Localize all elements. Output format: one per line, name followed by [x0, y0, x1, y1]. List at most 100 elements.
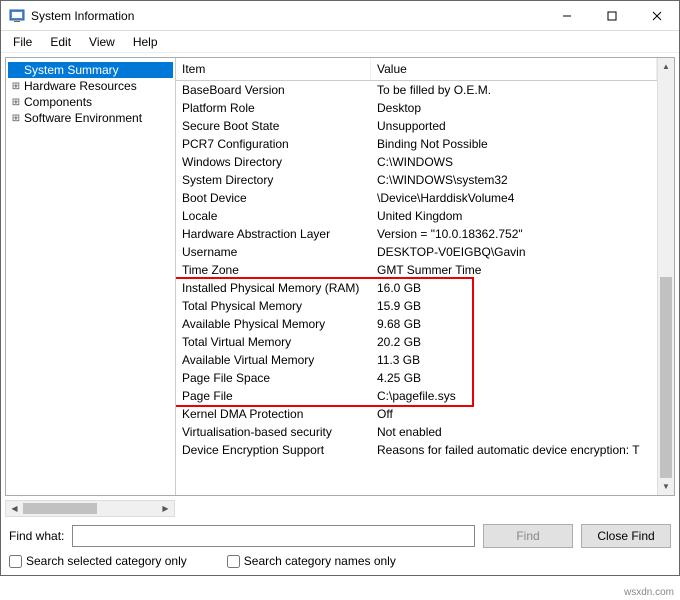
- search-category-names-input[interactable]: [227, 555, 240, 568]
- close-button[interactable]: [634, 1, 679, 30]
- cell-value: 15.9 GB: [377, 299, 651, 313]
- details-pane: Item Value BaseBoard VersionTo be filled…: [176, 58, 674, 495]
- list-rows: BaseBoard VersionTo be filled by O.E.M.P…: [176, 81, 657, 459]
- cell-value: Binding Not Possible: [377, 137, 651, 151]
- cell-item: Windows Directory: [182, 155, 377, 169]
- maximize-button[interactable]: [589, 1, 634, 30]
- menu-edit[interactable]: Edit: [42, 33, 79, 51]
- list-row[interactable]: Page FileC:\pagefile.sys: [176, 387, 657, 405]
- details-list: Item Value BaseBoard VersionTo be filled…: [176, 58, 657, 495]
- cell-value: DESKTOP-V0EIGBQ\Gavin: [377, 245, 651, 259]
- find-label: Find what:: [9, 529, 64, 543]
- tree-item-label: Hardware Resources: [24, 79, 137, 93]
- scroll-thumb[interactable]: [660, 277, 672, 479]
- cell-value: Not enabled: [377, 425, 651, 439]
- cell-item: Username: [182, 245, 377, 259]
- cell-item: BaseBoard Version: [182, 83, 377, 97]
- menu-help[interactable]: Help: [125, 33, 166, 51]
- list-row[interactable]: Installed Physical Memory (RAM)16.0 GB: [176, 279, 657, 297]
- cell-item: Kernel DMA Protection: [182, 407, 377, 421]
- search-category-names-label: Search category names only: [244, 554, 396, 568]
- category-tree[interactable]: System Summary⊞Hardware Resources⊞Compon…: [6, 58, 176, 495]
- cell-item: Total Physical Memory: [182, 299, 377, 313]
- watermark: wsxdn.com: [624, 587, 674, 598]
- scroll-down-arrow-icon[interactable]: ▼: [658, 478, 674, 495]
- search-category-names-checkbox[interactable]: Search category names only: [227, 554, 396, 568]
- column-item[interactable]: Item: [176, 58, 371, 80]
- cell-item: Available Virtual Memory: [182, 353, 377, 367]
- cell-value: 20.2 GB: [377, 335, 651, 349]
- list-row[interactable]: Total Physical Memory15.9 GB: [176, 297, 657, 315]
- list-row[interactable]: Windows DirectoryC:\WINDOWS: [176, 153, 657, 171]
- list-row[interactable]: PCR7 ConfigurationBinding Not Possible: [176, 135, 657, 153]
- hscroll-track[interactable]: [23, 501, 157, 516]
- list-row[interactable]: Available Physical Memory9.68 GB: [176, 315, 657, 333]
- list-row[interactable]: System DirectoryC:\WINDOWS\system32: [176, 171, 657, 189]
- tree-item-label: Components: [24, 95, 92, 109]
- cell-item: Available Physical Memory: [182, 317, 377, 331]
- list-row[interactable]: Time ZoneGMT Summer Time: [176, 261, 657, 279]
- list-row[interactable]: Kernel DMA ProtectionOff: [176, 405, 657, 423]
- scroll-track[interactable]: [658, 75, 674, 478]
- cell-value: 11.3 GB: [377, 353, 651, 367]
- close-find-button[interactable]: Close Find: [581, 524, 671, 548]
- tree-item-software-environment[interactable]: ⊞Software Environment: [8, 110, 173, 126]
- list-row[interactable]: Available Virtual Memory11.3 GB: [176, 351, 657, 369]
- menu-view[interactable]: View: [81, 33, 123, 51]
- content-area: System Summary⊞Hardware Resources⊞Compon…: [5, 57, 675, 496]
- cell-value: C:\pagefile.sys: [377, 389, 651, 403]
- scroll-up-arrow-icon[interactable]: ▲: [658, 58, 674, 75]
- list-row[interactable]: Page File Space4.25 GB: [176, 369, 657, 387]
- cell-item: Hardware Abstraction Layer: [182, 227, 377, 241]
- cell-value: To be filled by O.E.M.: [377, 83, 651, 97]
- menu-file[interactable]: File: [5, 33, 40, 51]
- list-row[interactable]: Platform RoleDesktop: [176, 99, 657, 117]
- search-selected-category-checkbox[interactable]: Search selected category only: [9, 554, 187, 568]
- cell-item: Total Virtual Memory: [182, 335, 377, 349]
- search-options: Search selected category only Search cat…: [1, 551, 679, 575]
- list-row[interactable]: Device Encryption SupportReasons for fai…: [176, 441, 657, 459]
- cell-item: Virtualisation-based security: [182, 425, 377, 439]
- vertical-scrollbar[interactable]: ▲ ▼: [657, 58, 674, 495]
- tree-expander-icon[interactable]: ⊞: [10, 113, 22, 124]
- cell-item: Device Encryption Support: [182, 443, 377, 457]
- list-row[interactable]: Boot Device\Device\HarddiskVolume4: [176, 189, 657, 207]
- menubar: File Edit View Help: [1, 31, 679, 53]
- cell-item: PCR7 Configuration: [182, 137, 377, 151]
- cell-value: United Kingdom: [377, 209, 651, 223]
- cell-item: System Directory: [182, 173, 377, 187]
- list-row[interactable]: Virtualisation-based securityNot enabled: [176, 423, 657, 441]
- list-row[interactable]: Hardware Abstraction LayerVersion = "10.…: [176, 225, 657, 243]
- list-header: Item Value: [176, 58, 657, 81]
- cell-value: Unsupported: [377, 119, 651, 133]
- tree-item-components[interactable]: ⊞Components: [8, 94, 173, 110]
- cell-item: Installed Physical Memory (RAM): [182, 281, 377, 295]
- list-row[interactable]: BaseBoard VersionTo be filled by O.E.M.: [176, 81, 657, 99]
- list-row[interactable]: Total Virtual Memory20.2 GB: [176, 333, 657, 351]
- tree-item-label: Software Environment: [24, 111, 142, 125]
- find-bar: Find what: Find Close Find: [1, 521, 679, 551]
- tree-item-hardware-resources[interactable]: ⊞Hardware Resources: [8, 78, 173, 94]
- cell-value: \Device\HarddiskVolume4: [377, 191, 651, 205]
- tree-horizontal-scrollbar[interactable]: ◀ ▶: [5, 500, 175, 517]
- window-title: System Information: [31, 9, 544, 23]
- hscroll-thumb[interactable]: [23, 503, 97, 514]
- window-controls: [544, 1, 679, 30]
- list-row[interactable]: LocaleUnited Kingdom: [176, 207, 657, 225]
- find-input[interactable]: [72, 525, 475, 547]
- find-button[interactable]: Find: [483, 524, 573, 548]
- minimize-button[interactable]: [544, 1, 589, 30]
- search-selected-category-input[interactable]: [9, 555, 22, 568]
- column-value[interactable]: Value: [371, 58, 657, 80]
- list-row[interactable]: UsernameDESKTOP-V0EIGBQ\Gavin: [176, 243, 657, 261]
- tree-expander-icon[interactable]: ⊞: [10, 97, 22, 108]
- scroll-right-arrow-icon[interactable]: ▶: [157, 501, 174, 516]
- cell-value: 4.25 GB: [377, 371, 651, 385]
- cell-item: Secure Boot State: [182, 119, 377, 133]
- search-selected-category-label: Search selected category only: [26, 554, 187, 568]
- list-row[interactable]: Secure Boot StateUnsupported: [176, 117, 657, 135]
- scroll-left-arrow-icon[interactable]: ◀: [6, 501, 23, 516]
- tree-item-system-summary[interactable]: System Summary: [8, 62, 173, 78]
- tree-expander-icon[interactable]: ⊞: [10, 81, 22, 92]
- cell-value: C:\WINDOWS: [377, 155, 651, 169]
